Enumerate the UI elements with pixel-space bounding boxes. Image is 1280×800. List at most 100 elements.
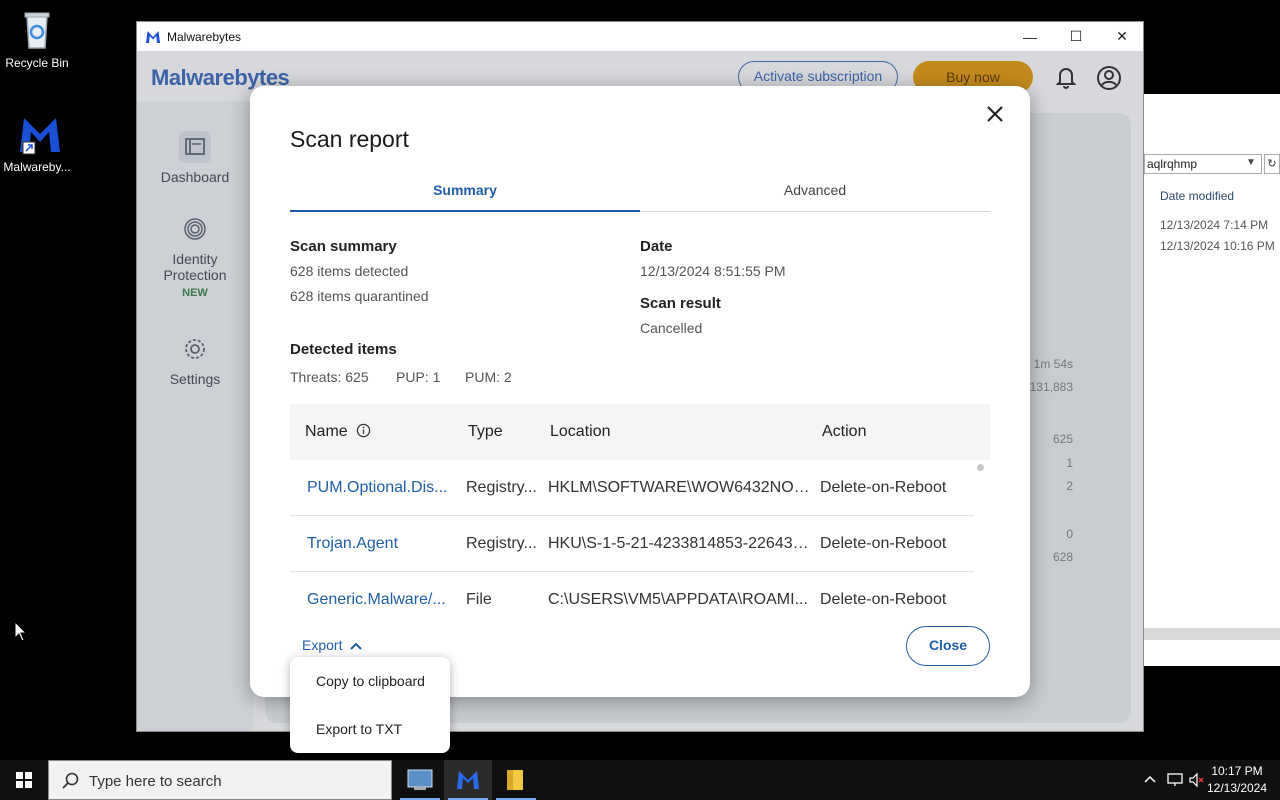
report-tabs: Summary Advanced [290,174,990,212]
pup-count: PUP: 1 [396,369,441,385]
table-header: Name Type Location Action [290,404,990,460]
maximize-button[interactable]: ☐ [1053,22,1099,51]
start-button[interactable] [0,760,48,800]
threat-name-link[interactable]: Generic.Malware/... [307,591,452,609]
taskbar-app-network[interactable] [396,760,444,800]
clock-date: 12/13/2024 [1206,781,1268,795]
scan-report-dialog: Scan report Summary Advanced Scan summar… [250,86,1030,697]
info-icon[interactable] [356,423,371,438]
menu-item-export-to-txt[interactable]: Export to TXT [290,705,450,753]
scan-result-heading: Scan result [640,295,721,312]
table-row[interactable]: Generic.Malware/... File C:\USERS\VM5\AP… [290,572,974,614]
dialog-title: Scan report [290,126,409,152]
refresh-icon[interactable]: ↻ [1264,154,1280,174]
threat-action: Delete-on-Reboot [820,535,947,552]
threat-location: HKLM\SOFTWARE\WOW6432NOD... [548,479,812,496]
dashboard-icon [179,131,211,163]
search-icon [62,772,79,789]
close-icon[interactable] [983,102,1007,126]
sidebar-label-dashboard: Dashboard [160,169,230,185]
fingerprint-icon [179,213,211,245]
threat-location: C:\USERS\VM5\APPDATA\ROAMI... [548,591,808,608]
clock-time: 10:17 PM [1211,764,1263,778]
minimize-button[interactable]: — [1007,22,1053,51]
scan-summary-heading: Scan summary [290,238,397,255]
chevron-up-icon [350,642,363,650]
threats-count: Threats: 625 [290,369,369,385]
table-row[interactable]: Trojan.Agent Registry... HKU\S-1-5-21-42… [290,516,974,572]
sidebar-item-identity-protection[interactable]: Identity Protection NEW [137,213,253,299]
window-title: Malwarebytes [167,29,242,44]
sidebar-item-dashboard[interactable]: Dashboard [137,131,253,185]
recycle-bin-desktop-icon[interactable]: Recycle Bin [0,8,74,70]
column-header-location[interactable]: Location [550,423,611,441]
close-button[interactable]: Close [906,626,990,666]
export-menu: Copy to clipboard Export to TXT [290,657,450,753]
export-button[interactable]: Export [302,637,363,653]
file-explorer-window: aqlrqhmp ▼ ↻ Date modified 12/13/2024 7:… [1144,94,1280,666]
threat-action: Delete-on-Reboot [820,479,947,496]
malwarebytes-logo-icon [457,771,479,789]
window-close-button[interactable]: ✕ [1099,22,1145,51]
items-quarantined-text: 628 items quarantined [290,288,429,304]
account-icon[interactable] [1096,65,1122,91]
chevron-up-icon[interactable] [1142,772,1158,788]
items-detected-text: 628 items detected [290,263,409,279]
menu-item-copy-to-clipboard[interactable]: Copy to clipboard [290,657,450,705]
explorer-row-date[interactable]: 12/13/2024 7:14 PM [1160,218,1268,232]
mouse-cursor-icon [14,621,28,642]
window-titlebar: Malwarebytes — ☐ ✕ [137,22,1143,51]
threat-name-link[interactable]: Trojan.Agent [307,535,452,553]
threat-type: Registry... [466,535,537,552]
taskbar-app-file-explorer[interactable] [492,760,540,800]
horizontal-scrollbar[interactable] [1144,628,1280,640]
table-row[interactable]: PUM.Optional.Dis... Registry... HKLM\SOF… [290,460,974,516]
threat-location: HKU\S-1-5-21-4233814853-226430... [548,535,812,552]
detected-items-heading: Detected items [290,341,397,358]
sidebar-label-protection: Protection [163,267,227,283]
taskbar: Type here to search 10:17 PM 12/13/2024 [0,760,1280,800]
date-value: 12/13/2024 8:51:55 PM [640,263,786,279]
folder-icon [507,770,523,790]
taskbar-app-malwarebytes[interactable] [444,760,492,800]
date-heading: Date [640,238,673,255]
sidebar-label-settings: Settings [169,371,221,387]
threat-type: Registry... [466,479,537,496]
taskbar-search-box[interactable]: Type here to search [48,760,392,800]
network-monitor-icon [407,769,433,790]
detected-items-table: Name Type Location Action PUM.Optional.D… [290,404,990,614]
malwarebytes-desktop-shortcut[interactable]: Malwareby... [0,112,74,174]
column-header-action[interactable]: Action [822,423,866,441]
sidebar-label-identity: Identity [172,251,218,267]
new-badge: NEW [182,287,208,299]
volume-muted-icon[interactable] [1188,772,1206,788]
explorer-address-bar[interactable]: aqlrqhmp [1144,154,1262,174]
scan-result-value: Cancelled [640,320,703,336]
sidebar-item-settings[interactable]: Settings [137,333,253,387]
recycle-bin-icon [15,8,59,52]
tab-summary[interactable]: Summary [290,174,640,212]
threat-type: File [466,591,492,608]
malwarebytes-shortcut-label: Malwareby... [3,160,71,174]
explorer-row-date[interactable]: 12/13/2024 10:16 PM [1160,239,1275,253]
threat-name-link[interactable]: PUM.Optional.Dis... [307,479,452,497]
windows-logo-icon [16,772,32,788]
column-header-name[interactable]: Name [305,423,371,441]
chevron-down-icon[interactable]: ▼ [1246,157,1256,168]
gear-icon [179,333,211,365]
sidebar: Dashboard Identity Protection NEW Settin… [137,101,253,731]
taskbar-clock[interactable]: 10:17 PM 12/13/2024 [1206,763,1268,797]
network-icon[interactable] [1166,772,1184,788]
tab-advanced[interactable]: Advanced [640,174,990,212]
search-placeholder: Type here to search [89,773,222,790]
malwarebytes-logo-icon [15,112,60,156]
bell-icon[interactable] [1054,65,1078,89]
recycle-bin-label: Recycle Bin [5,56,69,70]
header-name-label: Name [305,423,348,440]
malwarebytes-logo-icon [146,30,160,43]
column-header-type[interactable]: Type [468,423,503,441]
export-label: Export [302,637,343,653]
column-header-date-modified[interactable]: Date modified [1160,189,1234,203]
table-scrollbar[interactable] [977,464,984,471]
threat-action: Delete-on-Reboot [820,591,947,608]
